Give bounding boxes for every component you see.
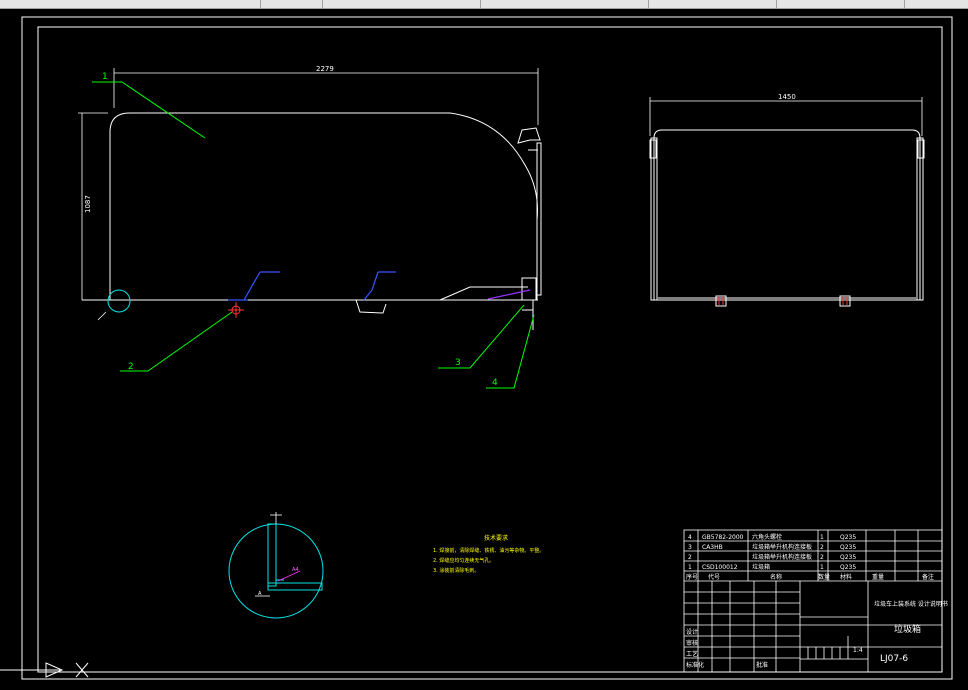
note-line-3: 3. 涂装前清除毛刺。 xyxy=(433,567,479,574)
title-block-rows: 4 GB5782-2000 六角头螺栓 1 Q235 3 CA3HB 垃圾箱举升… xyxy=(686,533,934,581)
row-code: CSD100012 xyxy=(702,564,738,571)
row-qty: 2 xyxy=(820,544,824,551)
toolbar-segment[interactable] xyxy=(784,0,905,8)
row-name: 垃圾箱举升机构连接板 xyxy=(752,553,812,561)
sign-label: 设计 xyxy=(686,628,698,636)
note-line-2: 2. 焊缝应均匀连续无气孔。 xyxy=(433,557,494,564)
header-mat: 材料 xyxy=(840,573,852,581)
technical-notes: 技术要求 1. 焊接前，清除焊缝、铁锈、油污等杂物。平整。 2. 焊缝应均匀连续… xyxy=(433,534,544,574)
row-no: 3 xyxy=(688,544,692,551)
bracket-assemblies xyxy=(228,271,531,301)
toolbar-segment[interactable] xyxy=(262,0,323,8)
dim-height-label: 1087 xyxy=(84,195,92,213)
company-name: 垃圾车上装系统 设计说明书 xyxy=(874,600,948,608)
header-no: 序号 xyxy=(686,573,698,581)
header-name: 名称 xyxy=(770,573,782,581)
row-code: CA3HB xyxy=(702,544,723,551)
main-side-view xyxy=(82,112,542,330)
cad-drawing-canvas[interactable]: 2279 1087 1 2 3 4 1450 A4 A 技术要求 1. 焊接前，… xyxy=(0,9,968,690)
row-qty: 1 xyxy=(820,564,824,571)
window-toolbar-strip xyxy=(0,0,968,9)
dimension-length-main xyxy=(113,68,539,125)
dimension-height-main xyxy=(78,112,108,300)
row-mat: Q235 xyxy=(840,554,856,561)
leader-lines xyxy=(92,81,535,389)
ucs-icon[interactable] xyxy=(0,662,89,678)
row-code: GB5782-2000 xyxy=(702,534,744,541)
toolbar-segment[interactable] xyxy=(330,0,481,8)
row-qty: 2 xyxy=(820,554,824,561)
row-mat: Q235 xyxy=(840,534,856,541)
row-no: 2 xyxy=(688,554,692,561)
part-name: 垃圾箱 xyxy=(894,623,921,635)
row-mat: Q235 xyxy=(840,544,856,551)
sign-label: 标准化 xyxy=(686,661,704,669)
toolbar-segment[interactable] xyxy=(488,0,649,8)
sign-label: 审核 xyxy=(686,639,698,647)
leader-label-1: 1 xyxy=(102,72,108,82)
toolbar-segment[interactable] xyxy=(656,0,777,8)
header-remark: 备注 xyxy=(922,573,934,581)
header-qty: 数量 xyxy=(818,573,830,581)
leader-label-4: 4 xyxy=(492,378,498,388)
header-weight: 重量 xyxy=(872,573,884,581)
toolbar-segment[interactable] xyxy=(0,0,261,8)
row-mat: Q235 xyxy=(840,564,856,571)
sign-label: 工艺 xyxy=(686,650,698,658)
detail-mark: A xyxy=(258,591,262,597)
header-code: 代号 xyxy=(708,573,720,581)
scale: 1:4 xyxy=(853,647,863,654)
dim-width-label: 1450 xyxy=(778,93,796,101)
drawing-number: LJ07-6 xyxy=(880,654,908,664)
detail-circle-marker xyxy=(107,289,131,313)
row-qty: 1 xyxy=(820,534,824,541)
cad-drawing: 2279 1087 1 2 3 4 1450 A4 A 技术要求 1. 焊接前，… xyxy=(0,16,953,680)
note-line-1: 1. 焊接前，清除焊缝、铁锈、油污等杂物。平整。 xyxy=(433,547,544,554)
row-no: 4 xyxy=(688,534,692,541)
dim-length-label: 2279 xyxy=(316,65,334,73)
row-no: 1 xyxy=(688,564,692,571)
detail-dim-label: A4 xyxy=(292,567,299,573)
row-name: 垃圾箱举升机构连接板 xyxy=(752,543,812,551)
leader-label-3: 3 xyxy=(455,358,461,368)
sign-label: 批准 xyxy=(756,661,768,669)
row-name: 垃圾箱 xyxy=(752,563,770,571)
leader-label-2: 2 xyxy=(128,362,134,372)
weld-detail xyxy=(228,512,324,619)
end-view xyxy=(649,129,925,307)
row-name: 六角头螺栓 xyxy=(752,533,782,541)
notes-title: 技术要求 xyxy=(484,534,508,542)
